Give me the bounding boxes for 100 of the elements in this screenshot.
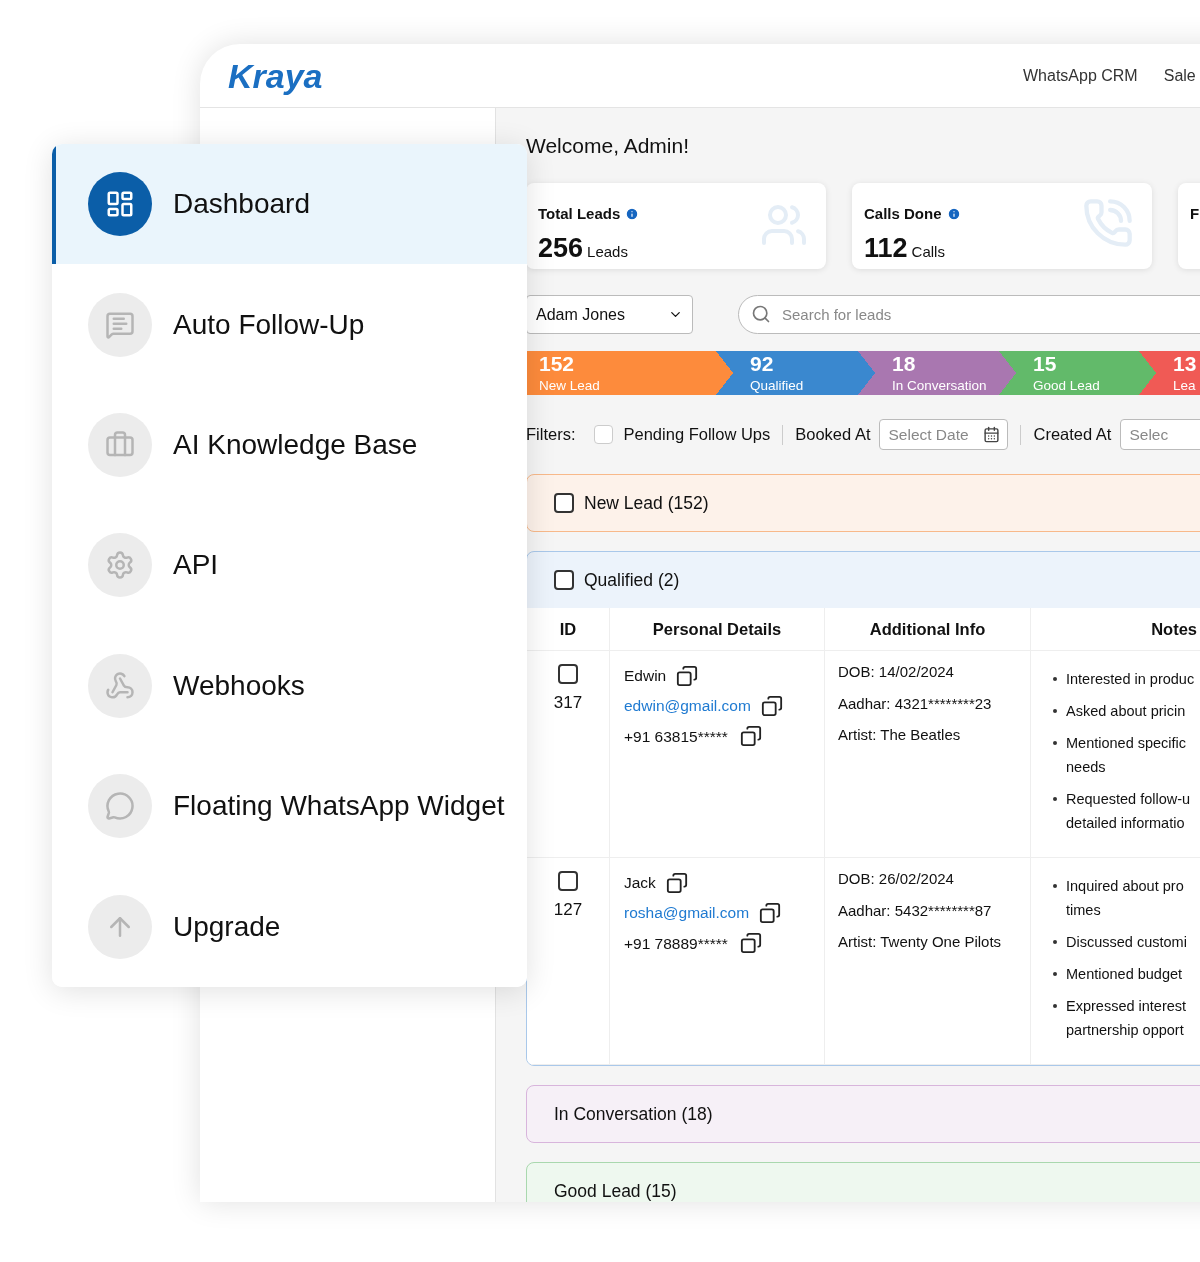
info-icon[interactable] [625,207,640,222]
stat-title: Calls Done [864,204,942,224]
column-header: Personal Details [652,618,782,640]
stage-label: In Conversation [892,377,987,395]
stage-count: 15 [1033,351,1057,377]
section-title[interactable]: Qualified (2) [584,566,680,594]
copy-icon[interactable] [739,725,762,748]
email-link[interactable]: edwin@gmail.com [624,694,751,718]
agent-select[interactable]: Adam Jones [526,295,693,334]
column-header: Additional Info [869,618,986,640]
note-text: Mentioned budget [1066,965,1183,984]
copy-icon[interactable] [665,871,688,894]
sidebar-label: Floating WhatsApp Widget [173,789,505,824]
sidebar-label: Auto Follow-Up [173,307,365,342]
sidebar-label: Upgrade [173,909,281,944]
copy-icon[interactable] [759,901,782,924]
section-title[interactable]: Good Lead (15) [554,1177,677,1202]
bullet-icon [1053,884,1057,888]
calendar-icon [983,426,1001,443]
note-text: Discussed customi [1066,933,1187,952]
sidebar-item[interactable]: Dashboard [52,144,527,265]
date-field[interactable]: Selec [1120,419,1200,450]
phone-number: +91 78889***** [624,933,728,954]
nav-link[interactable]: WhatsApp CRM [1023,63,1138,88]
search-field[interactable]: Search for leads [738,295,1200,334]
stat-unit: Leads [587,241,628,262]
section-title[interactable]: New Lead (152) [584,489,709,517]
stat-title: F [1190,204,1200,224]
sidebar-item[interactable]: Auto Follow-Up [52,264,527,385]
stat-value: 112 [864,231,908,265]
webhook-icon [105,670,135,701]
sidebar-item[interactable]: Upgrade [52,866,527,987]
stage-count: 13 [1173,351,1197,377]
chat-bubble-icon [105,791,135,822]
note-text: Interested in produc [1066,670,1195,689]
sidebar-label: API [173,548,219,583]
sidebar-item[interactable]: AI Knowledge Base [52,384,527,506]
note-text: Mentioned specific needs [1066,734,1187,777]
bullet-icon [1053,741,1057,745]
info-line: DOB: 14/02/2024 [838,662,955,682]
stage-count: 152 [539,351,575,377]
email-link[interactable]: rosha@gmail.com [624,901,750,925]
bullet-icon [1053,797,1057,801]
copy-icon[interactable] [676,664,699,687]
filter-label: Booked At [795,424,871,446]
logo: Kraya [228,58,324,93]
stage-count: 18 [892,351,916,377]
lead-name: Edwin [624,666,667,686]
column-header: Notes [1151,618,1197,640]
note-text: Asked about pricin [1066,702,1186,721]
sidebar-item[interactable]: API [52,505,527,626]
info-line: Artist: Twenty One Pilots [838,932,1003,952]
sidebar-label: Webhooks [173,668,305,703]
filters-label: Filters: [526,424,576,446]
info-line: DOB: 26/02/2024 [838,869,955,889]
stat-unit: Calls [911,241,945,262]
copy-icon[interactable] [760,694,783,717]
info-line: Artist: The Beatles [838,725,962,745]
welcome-heading: Welcome, Admin! [526,133,690,156]
pipeline-stage[interactable]: 18 In Conversation [858,351,999,395]
bullet-icon [1053,972,1057,976]
info-line: Aadhar: 5432********87 [838,900,993,921]
checkbox[interactable] [558,664,578,684]
lead-id: 127 [553,899,583,921]
section-title[interactable]: In Conversation (18) [554,1100,713,1128]
bullet-icon [1053,940,1057,944]
checkbox[interactable] [554,570,574,590]
column-header: ID [559,618,577,640]
lead-name: Jack [624,873,656,893]
note-text: Requested follow-u detailed informatio [1066,790,1191,833]
dashboard-icon [105,189,135,220]
date-field[interactable]: Select Date [879,419,1009,450]
stage-count: 92 [750,351,774,377]
stage-label: New Lead [539,377,600,395]
sidebar-item[interactable]: Webhooks [52,625,527,746]
sidebar-item[interactable]: Floating WhatsApp Widget [52,745,527,867]
nav-link[interactable]: Sale [1163,63,1196,88]
stage-label: Qualified [750,377,804,395]
bullet-icon [1053,709,1057,713]
stat-title: Total Leads [538,204,621,224]
stage-label: Lea [1173,377,1196,395]
info-line: Aadhar: 4321********23 [838,693,993,714]
note-text: Inquired about pro times [1066,877,1184,920]
checkbox[interactable] [554,493,574,513]
stat-value: 256 [538,231,584,265]
sidebar-label: AI Knowledge Base [173,427,418,462]
lead-id: 317 [553,692,583,714]
phone-icon [1082,197,1134,249]
filter-label: Pending Follow Ups [623,424,771,446]
note-text: Expressed interest partnership opport [1066,997,1187,1040]
bullet-icon [1053,1004,1057,1008]
filter-label: Created At [1033,424,1112,446]
copy-icon[interactable] [739,932,762,955]
search-icon [751,304,771,324]
info-icon[interactable] [946,207,961,222]
sidebar-label: Dashboard [173,187,310,222]
checkbox[interactable] [558,871,578,891]
phone-number: +91 63815***** [624,726,728,747]
gear-icon [105,550,135,581]
pipeline-stage[interactable]: 92 Qualified [716,351,858,395]
